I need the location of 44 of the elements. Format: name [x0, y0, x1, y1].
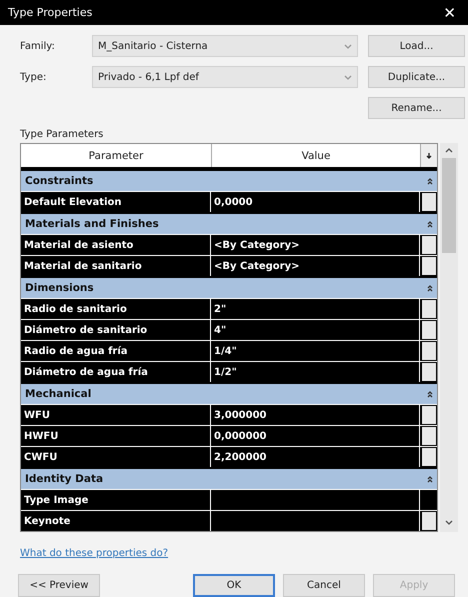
- cell-button[interactable]: [422, 406, 436, 424]
- cell-button[interactable]: [422, 300, 436, 318]
- group-header[interactable]: Constraints: [21, 169, 437, 191]
- dropdown-field[interactable]: Privado - 6,1 Lpf def: [92, 66, 358, 88]
- cell-button[interactable]: [422, 427, 436, 445]
- chevron-down-icon: [344, 74, 352, 80]
- section-label: Type Parameters: [19, 128, 104, 142]
- dropdown-field[interactable]: M_Sanitario - Cisterna: [92, 35, 358, 57]
- cell-button[interactable]: [422, 193, 436, 211]
- chevron-down-icon: [344, 42, 352, 50]
- cell-button[interactable]: [422, 236, 436, 254]
- sort-button[interactable]: [421, 144, 437, 167]
- dialog-button[interactable]: OK: [193, 574, 275, 597]
- collapse-icon[interactable]: [427, 176, 433, 186]
- dialog-button[interactable]: Cancel: [283, 574, 365, 597]
- cell-button[interactable]: [422, 257, 436, 275]
- cell-button[interactable]: [422, 448, 436, 466]
- close-button[interactable]: ✕: [437, 2, 462, 24]
- help-link[interactable]: What do these properties do?: [20, 548, 168, 559]
- cell-button[interactable]: [422, 342, 436, 360]
- group-header[interactable]: Identity Data: [21, 467, 437, 489]
- field-label: Family:: [20, 40, 56, 52]
- dialog-button[interactable]: Load...: [368, 35, 465, 57]
- parameter-cell: Keynote: [21, 511, 211, 531]
- arrow-down-icon: [426, 151, 432, 160]
- cell-button[interactable]: [422, 363, 436, 381]
- cell-button[interactable]: [422, 512, 436, 530]
- collapse-icon[interactable]: [427, 474, 433, 484]
- collapse-icon[interactable]: [427, 390, 433, 398]
- collapse-icon[interactable]: [427, 284, 433, 292]
- dialog-button[interactable]: Duplicate...: [368, 66, 465, 88]
- dialog-button[interactable]: << Preview: [18, 574, 100, 597]
- group-header[interactable]: Dimensions: [21, 276, 437, 298]
- scrollbar-thumb[interactable]: [442, 158, 456, 253]
- scroll-up-icon[interactable]: [445, 147, 453, 154]
- field-label: Type:: [20, 72, 48, 82]
- scroll-down-icon[interactable]: [445, 519, 453, 526]
- window-title: Type Properties: [8, 6, 92, 19]
- group-header[interactable]: Mechanical: [21, 382, 437, 404]
- column-header[interactable]: Parameter: [21, 144, 212, 167]
- dialog-button[interactable]: Rename...: [368, 97, 465, 119]
- cell-button[interactable]: [422, 321, 436, 339]
- group-header[interactable]: Materials and Finishes: [21, 212, 437, 234]
- collapse-icon[interactable]: [427, 220, 433, 228]
